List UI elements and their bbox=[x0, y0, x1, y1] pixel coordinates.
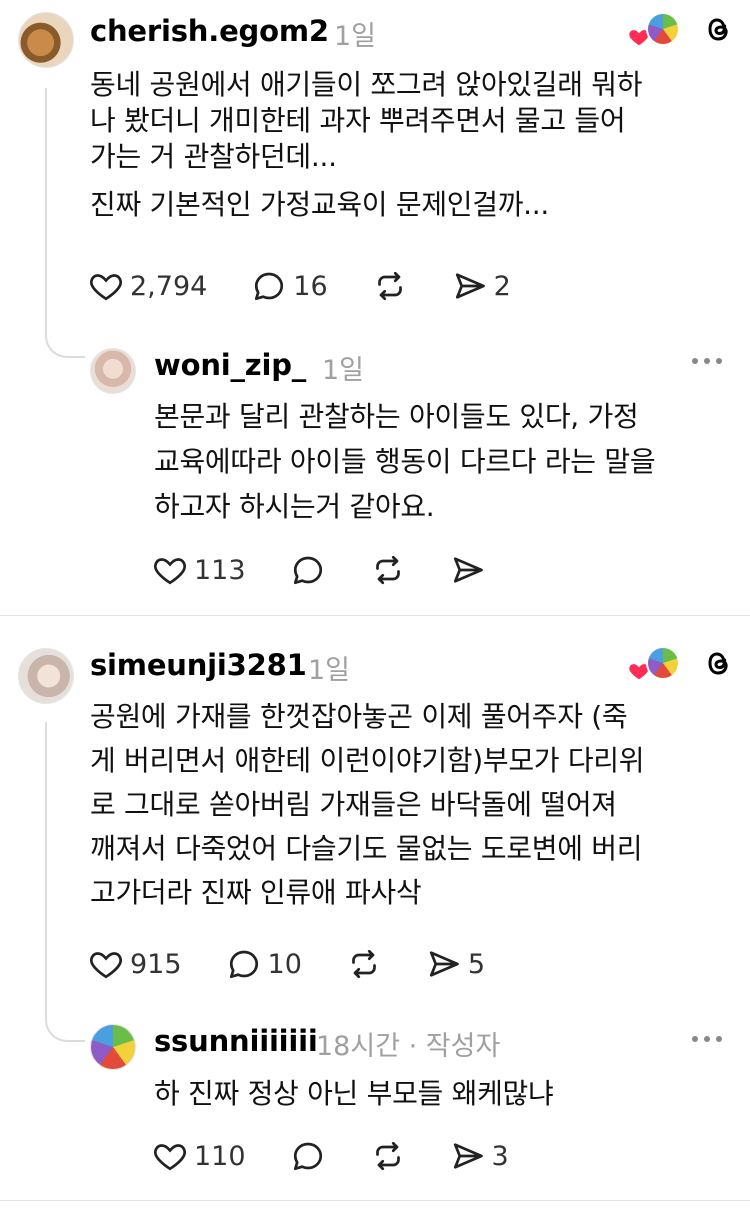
post-text-line: 하고자 하시는거 같아요. bbox=[154, 490, 435, 523]
reply-button[interactable] bbox=[290, 1138, 326, 1174]
speech-bubble-icon bbox=[229, 950, 258, 979]
like-button[interactable]: 110 bbox=[152, 1138, 246, 1174]
avatar[interactable] bbox=[18, 12, 74, 68]
share-count: 3 bbox=[491, 1140, 509, 1172]
post-text-line: 공원에 가재를 한껏잡아놓곤 이제 풀어주자 (죽 bbox=[90, 700, 628, 733]
share-button[interactable]: 5 bbox=[426, 946, 485, 982]
username[interactable]: ssunniiiiiii bbox=[154, 1024, 318, 1058]
heart-outline-icon bbox=[154, 558, 186, 585]
reply-actions: 113 bbox=[152, 552, 516, 588]
like-button[interactable]: 915 bbox=[88, 946, 182, 982]
like-count: 2,794 bbox=[130, 270, 208, 302]
liked-by-author-badge bbox=[628, 12, 734, 46]
reply-body: 본문과 달리 관찰하는 아이들도 있다, 가정 교육에따라 아이들 행동이 다르… bbox=[154, 399, 656, 534]
share-button[interactable]: 2 bbox=[452, 268, 511, 304]
more-dots-icon[interactable] bbox=[692, 1036, 722, 1042]
speech-bubble-icon bbox=[293, 556, 322, 585]
reply-count: 10 bbox=[267, 948, 302, 980]
post-text-line: 하 진짜 정상 아닌 부모들 왜케많냐 bbox=[154, 1077, 554, 1110]
like-button[interactable]: 113 bbox=[152, 552, 246, 588]
username[interactable]: woni_zip_ bbox=[154, 348, 306, 382]
reply-button[interactable]: 10 bbox=[226, 946, 302, 982]
send-icon bbox=[453, 557, 483, 583]
send-icon bbox=[429, 951, 459, 977]
post-body: 동네 공원에서 애기들이 쪼그려 앉아있길래 뭐하 나 봤더니 개미한테 과자 … bbox=[90, 67, 643, 223]
liked-by-author-badge bbox=[628, 646, 734, 680]
like-count: 915 bbox=[130, 948, 182, 980]
author-mini-avatar bbox=[646, 646, 680, 680]
share-button[interactable] bbox=[450, 552, 486, 588]
send-icon bbox=[455, 273, 485, 299]
avatar[interactable] bbox=[18, 648, 74, 704]
repost-button[interactable] bbox=[372, 268, 408, 304]
post-time: 1일 bbox=[308, 655, 351, 686]
repost-icon bbox=[375, 555, 400, 585]
post-time: 1일 bbox=[334, 21, 377, 52]
post-time: 18시간 · 작성자 bbox=[316, 1031, 501, 1062]
post-time: 1일 bbox=[322, 355, 365, 386]
reply-count: 16 bbox=[293, 270, 328, 302]
heart-outline-icon bbox=[90, 274, 122, 301]
post-text-line: 나 봤더니 개미한테 과자 뿌려주면서 물고 들어 bbox=[90, 104, 626, 137]
threads-logo-icon[interactable] bbox=[702, 12, 734, 46]
heart-outline-icon bbox=[90, 952, 122, 979]
like-count: 110 bbox=[194, 1140, 246, 1172]
thread-connector-curve bbox=[45, 1004, 85, 1042]
post-body: 공원에 가재를 한껏잡아놓곤 이제 풀어주자 (죽 게 버리면서 애한테 이런이… bbox=[90, 699, 645, 919]
post-actions: 2,794 16 2 bbox=[88, 268, 541, 304]
share-button[interactable]: 3 bbox=[450, 1138, 509, 1174]
thread-connector bbox=[45, 88, 47, 310]
repost-button[interactable] bbox=[346, 946, 382, 982]
post-text-line: 게 버리면서 애한테 이런이야기함)부모가 다리위 bbox=[90, 744, 645, 777]
reply-button[interactable] bbox=[290, 552, 326, 588]
repost-icon bbox=[377, 271, 402, 301]
reply-button[interactable]: 16 bbox=[251, 268, 328, 304]
thread-divider bbox=[0, 1200, 750, 1201]
heart-outline-icon bbox=[154, 1144, 186, 1171]
avatar[interactable] bbox=[90, 1024, 136, 1070]
post-text-line: 깨져서 다죽었어 다슬기도 물없는 도로변에 버리 bbox=[90, 832, 643, 865]
thread-divider bbox=[0, 615, 750, 616]
share-count: 2 bbox=[493, 270, 511, 302]
post-actions: 915 10 5 bbox=[88, 946, 515, 982]
post-text-line: 교육에따라 아이들 행동이 다르다 라는 말을 bbox=[154, 445, 656, 478]
post-text-line: 진짜 기본적인 가정교육이 문제인걸까... bbox=[90, 188, 549, 221]
avatar[interactable] bbox=[90, 348, 136, 394]
reply-actions: 110 3 bbox=[152, 1138, 539, 1174]
speech-bubble-icon bbox=[293, 1142, 322, 1171]
like-button[interactable]: 2,794 bbox=[88, 268, 207, 304]
send-icon bbox=[453, 1143, 483, 1169]
threads-logo-icon[interactable] bbox=[702, 646, 734, 680]
more-dots-icon[interactable] bbox=[692, 358, 722, 364]
author-mini-avatar bbox=[646, 12, 680, 46]
username[interactable]: simeunji3281 bbox=[90, 648, 307, 682]
thread-connector-curve bbox=[45, 310, 85, 358]
repost-button[interactable] bbox=[370, 552, 406, 588]
speech-bubble-icon bbox=[255, 272, 284, 301]
repost-icon bbox=[352, 949, 376, 979]
username[interactable]: cherish.egom2 bbox=[90, 14, 329, 48]
post-text-line: 동네 공원에서 애기들이 쪼그려 앉아있길래 뭐하 bbox=[90, 68, 643, 101]
post-text-line: 본문과 달리 관찰하는 아이들도 있다, 가정 bbox=[154, 400, 639, 433]
post-text-line: 고가더라 진짜 인류애 파사삭 bbox=[90, 876, 422, 909]
repost-button[interactable] bbox=[370, 1138, 406, 1174]
share-count: 5 bbox=[467, 948, 486, 980]
post-text-line: 로 그대로 쏟아버림 가재들은 바닥돌에 떨어져 bbox=[90, 788, 617, 821]
like-count: 113 bbox=[194, 554, 246, 586]
thread-connector bbox=[45, 722, 47, 1004]
reply-body: 하 진짜 정상 아닌 부모들 왜케많냐 bbox=[154, 1076, 554, 1112]
repost-icon bbox=[375, 1141, 400, 1171]
post-text-line: 가는 거 관찰하던데... bbox=[90, 140, 337, 173]
